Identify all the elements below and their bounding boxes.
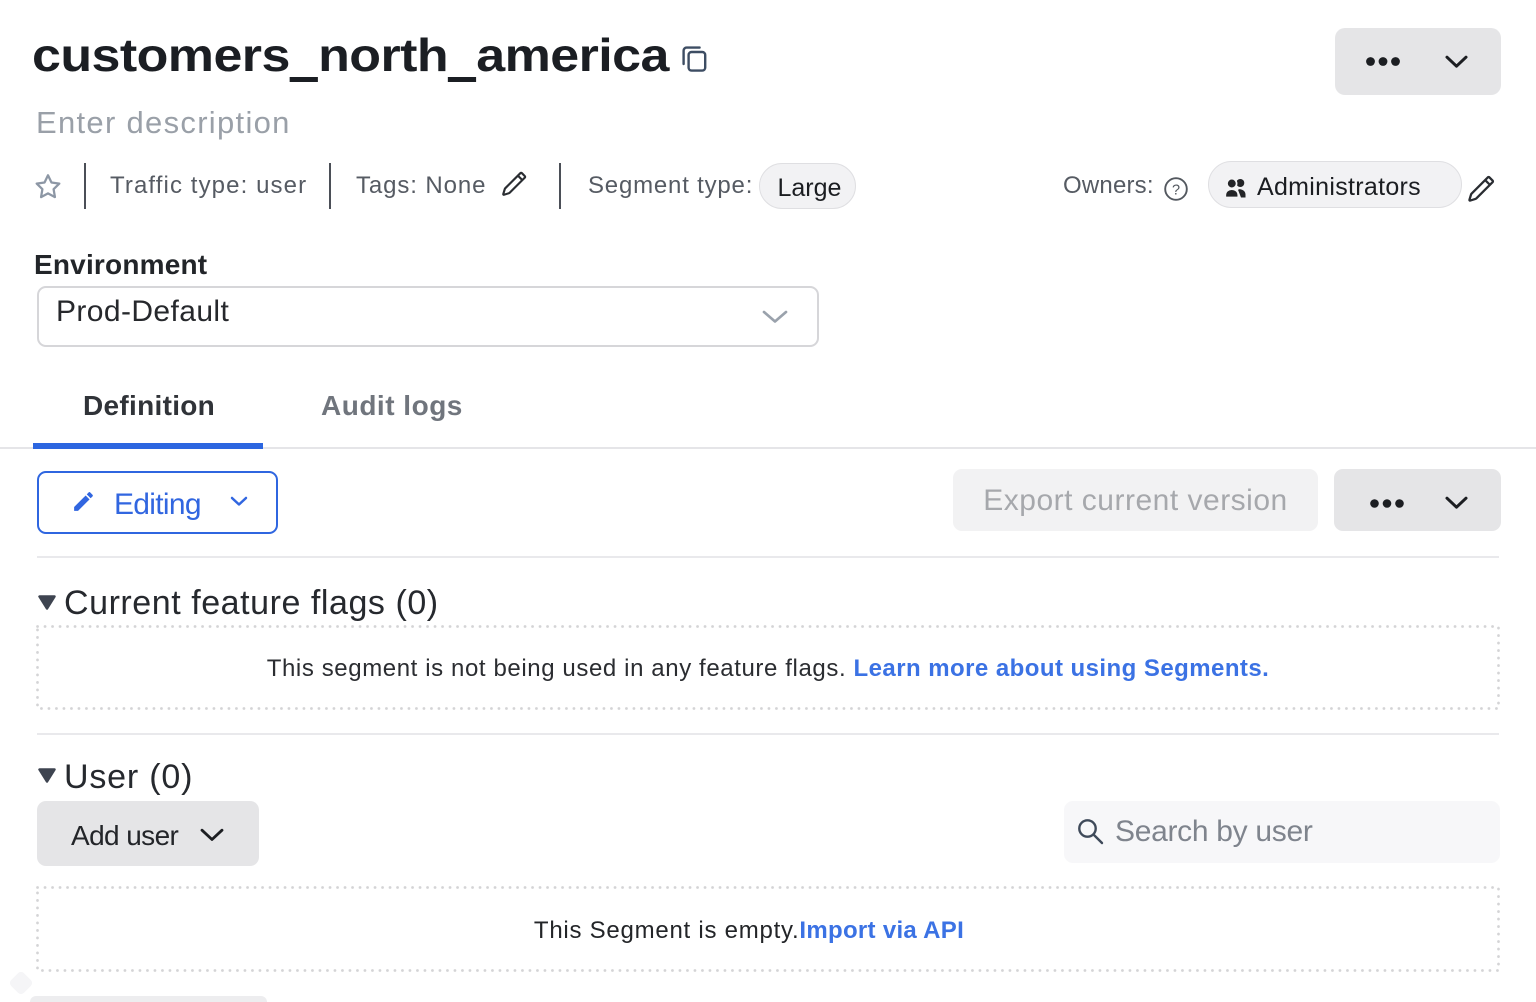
- svg-text:?: ?: [1172, 182, 1180, 198]
